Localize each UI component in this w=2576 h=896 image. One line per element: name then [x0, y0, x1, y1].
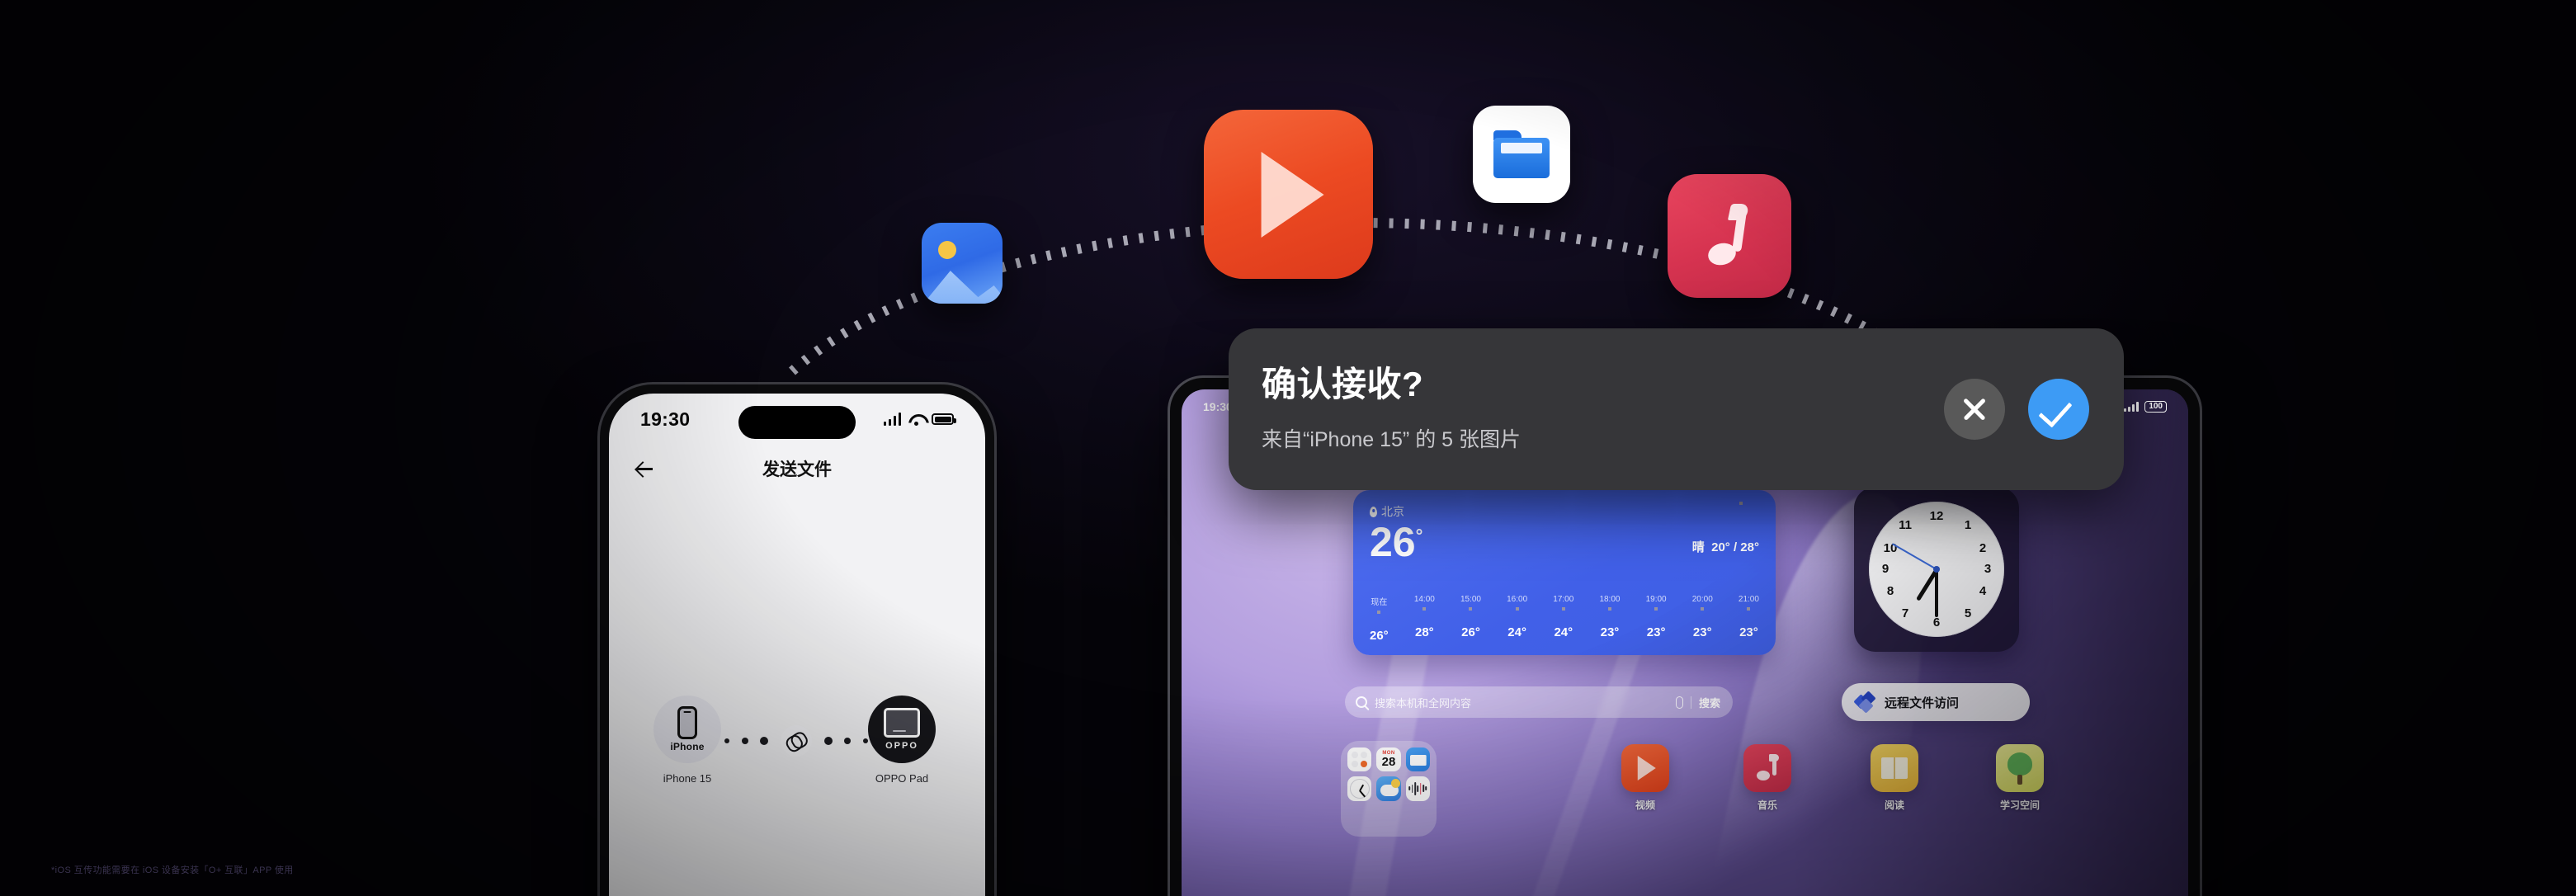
dialog-actions [1944, 379, 2089, 440]
accept-button[interactable] [2028, 379, 2089, 440]
legal-footnote: *iOS 互传功能需要在 iOS 设备安装「O+ 互联」APP 使用 [51, 865, 294, 875]
battery-percent: 100 [2144, 401, 2167, 413]
folder-paper-shape [1501, 143, 1542, 153]
tablet-status-indicators: 100 [2124, 401, 2167, 413]
signal-bars-icon [2124, 402, 2140, 412]
receive-confirmation-dialog: 确认接收? 来自“iPhone 15” 的 5 张图片 [1229, 328, 2124, 490]
reject-button[interactable] [1944, 379, 2005, 440]
scene-backdrop: 19:30 发送文件 iPhone iPhone 15 [0, 0, 2576, 896]
